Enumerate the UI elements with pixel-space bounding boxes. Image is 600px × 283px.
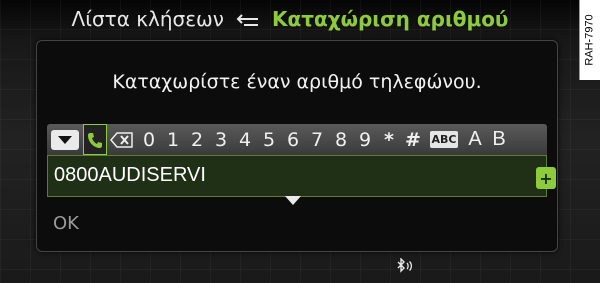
speller-key-3[interactable]: 3 [209, 124, 233, 155]
bluetooth-audio-icon [396, 257, 414, 274]
speller-key-6[interactable]: 6 [281, 124, 305, 155]
return-arrow-icon [234, 10, 262, 28]
reference-label: RAH-7970 [579, 0, 600, 80]
breadcrumb-previous[interactable]: Λίστα κλήσεων [72, 7, 224, 31]
speller-key-a[interactable]: A [463, 124, 487, 155]
speller-key-b[interactable]: B [487, 124, 511, 155]
dialog-prompt: Καταχωρίστε έναν αριθμό τηλεφώνου. [112, 71, 482, 93]
speller-dropdown-button[interactable] [47, 124, 83, 155]
plus-icon: + [539, 168, 553, 188]
triangle-down-icon [58, 135, 72, 144]
phone-icon [88, 132, 102, 148]
speller-key-hash[interactable]: # [401, 124, 425, 155]
breadcrumb-current: Καταχώριση αριθμού [271, 7, 509, 31]
speller-key-7[interactable]: 7 [305, 124, 329, 155]
speller-call-button[interactable] [83, 124, 107, 155]
add-contact-button[interactable]: + [536, 167, 556, 189]
speller-mode-label: ABC [429, 131, 459, 148]
speller-key-0[interactable]: 0 [137, 124, 161, 155]
speller-mode-button[interactable]: ABC [425, 124, 463, 155]
speller-key-1[interactable]: 1 [161, 124, 185, 155]
number-entry-dialog: Καταχωρίστε έναν αριθμό τηλεφώνου. 0 1 2… [36, 40, 558, 252]
speller-key-8[interactable]: 8 [329, 124, 353, 155]
breadcrumb: Λίστα κλήσεων Καταχώριση αριθμού [0, 4, 580, 34]
selection-pointer-icon [285, 196, 301, 205]
speller-key-2[interactable]: 2 [185, 124, 209, 155]
speller-key-4[interactable]: 4 [233, 124, 257, 155]
speller-backspace-button[interactable] [107, 124, 137, 155]
ok-button[interactable]: OK [53, 213, 79, 234]
speller-key-star[interactable]: * [377, 124, 401, 155]
backspace-icon [110, 131, 133, 148]
speller-key-5[interactable]: 5 [257, 124, 281, 155]
reference-label-text: RAH-7970 [584, 14, 597, 66]
number-input-field[interactable]: 0800AUDISERVI + [47, 155, 556, 197]
speller-keyboard: 0 1 2 3 4 5 6 7 8 9 * # ABC A B [47, 124, 547, 155]
number-input-value: 0800AUDISERVI [54, 164, 206, 186]
speller-key-9[interactable]: 9 [353, 124, 377, 155]
